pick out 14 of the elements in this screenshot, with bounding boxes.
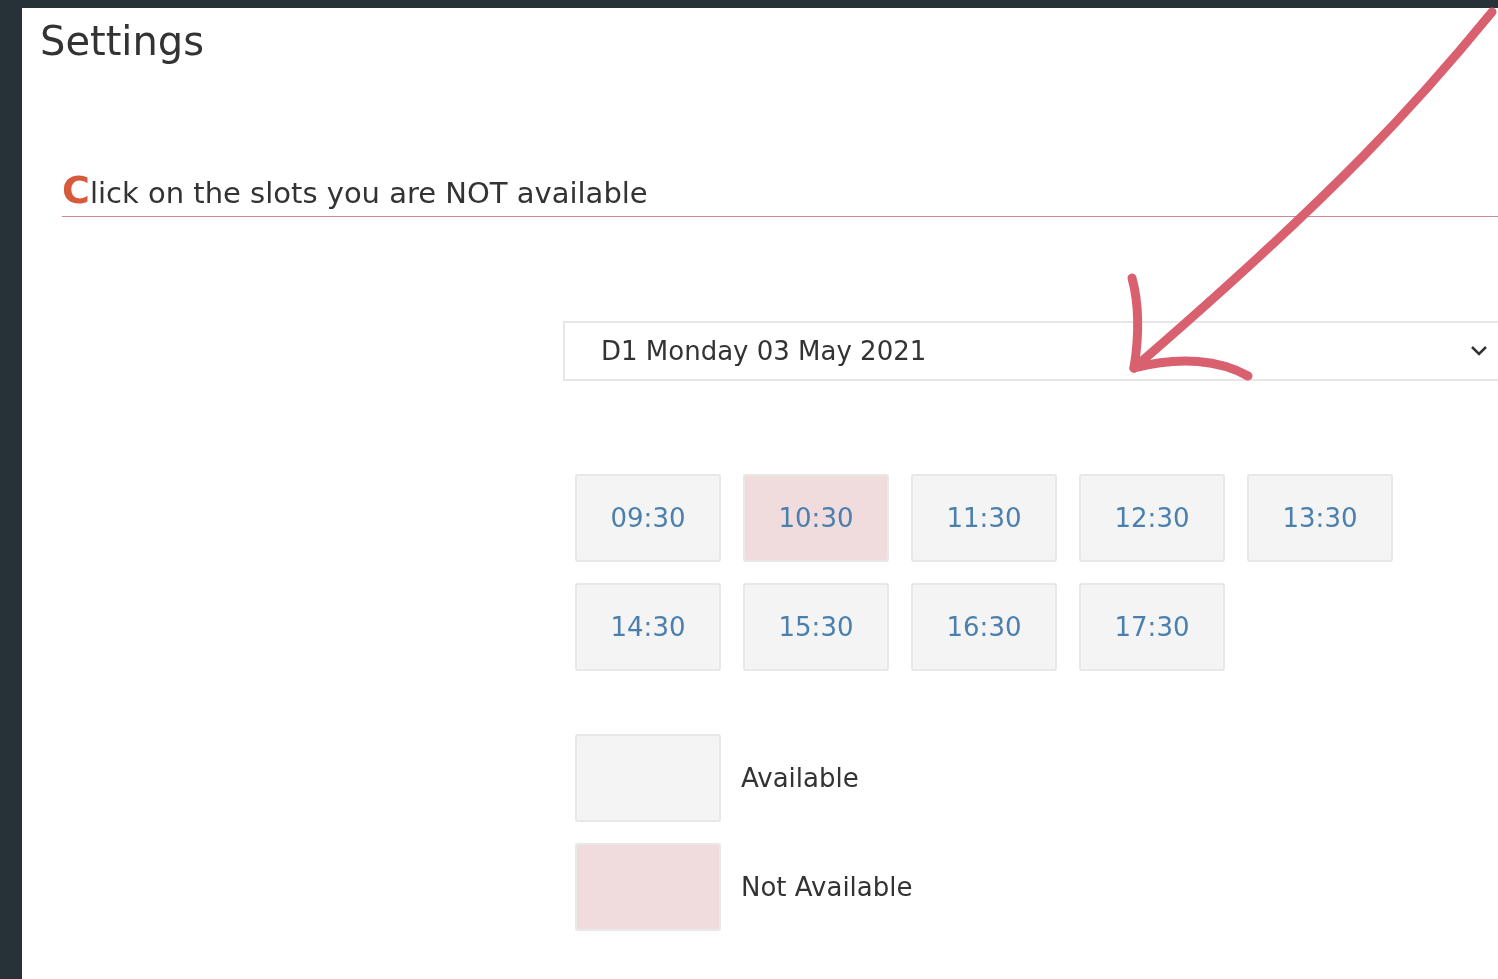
section-heading: Click on the slots you are NOT available [62,168,1498,217]
time-slot-button[interactable]: 10:30 [743,474,889,562]
time-slot-button[interactable]: 12:30 [1079,474,1225,562]
time-slot-button[interactable]: 14:30 [575,583,721,671]
legend-label: Not Available [741,872,913,902]
time-slot-button[interactable]: 11:30 [911,474,1057,562]
legend-label: Available [741,763,859,793]
time-slot-button[interactable]: 16:30 [911,583,1057,671]
time-slot-button[interactable]: 15:30 [743,583,889,671]
time-slot-button[interactable]: 09:30 [575,474,721,562]
date-dropdown[interactable]: D1 Monday 03 May 2021 [563,321,1498,381]
page-title: Settings [40,18,206,64]
time-slot-button[interactable]: 17:30 [1079,583,1225,671]
time-slot-button[interactable]: 13:30 [1247,474,1393,562]
